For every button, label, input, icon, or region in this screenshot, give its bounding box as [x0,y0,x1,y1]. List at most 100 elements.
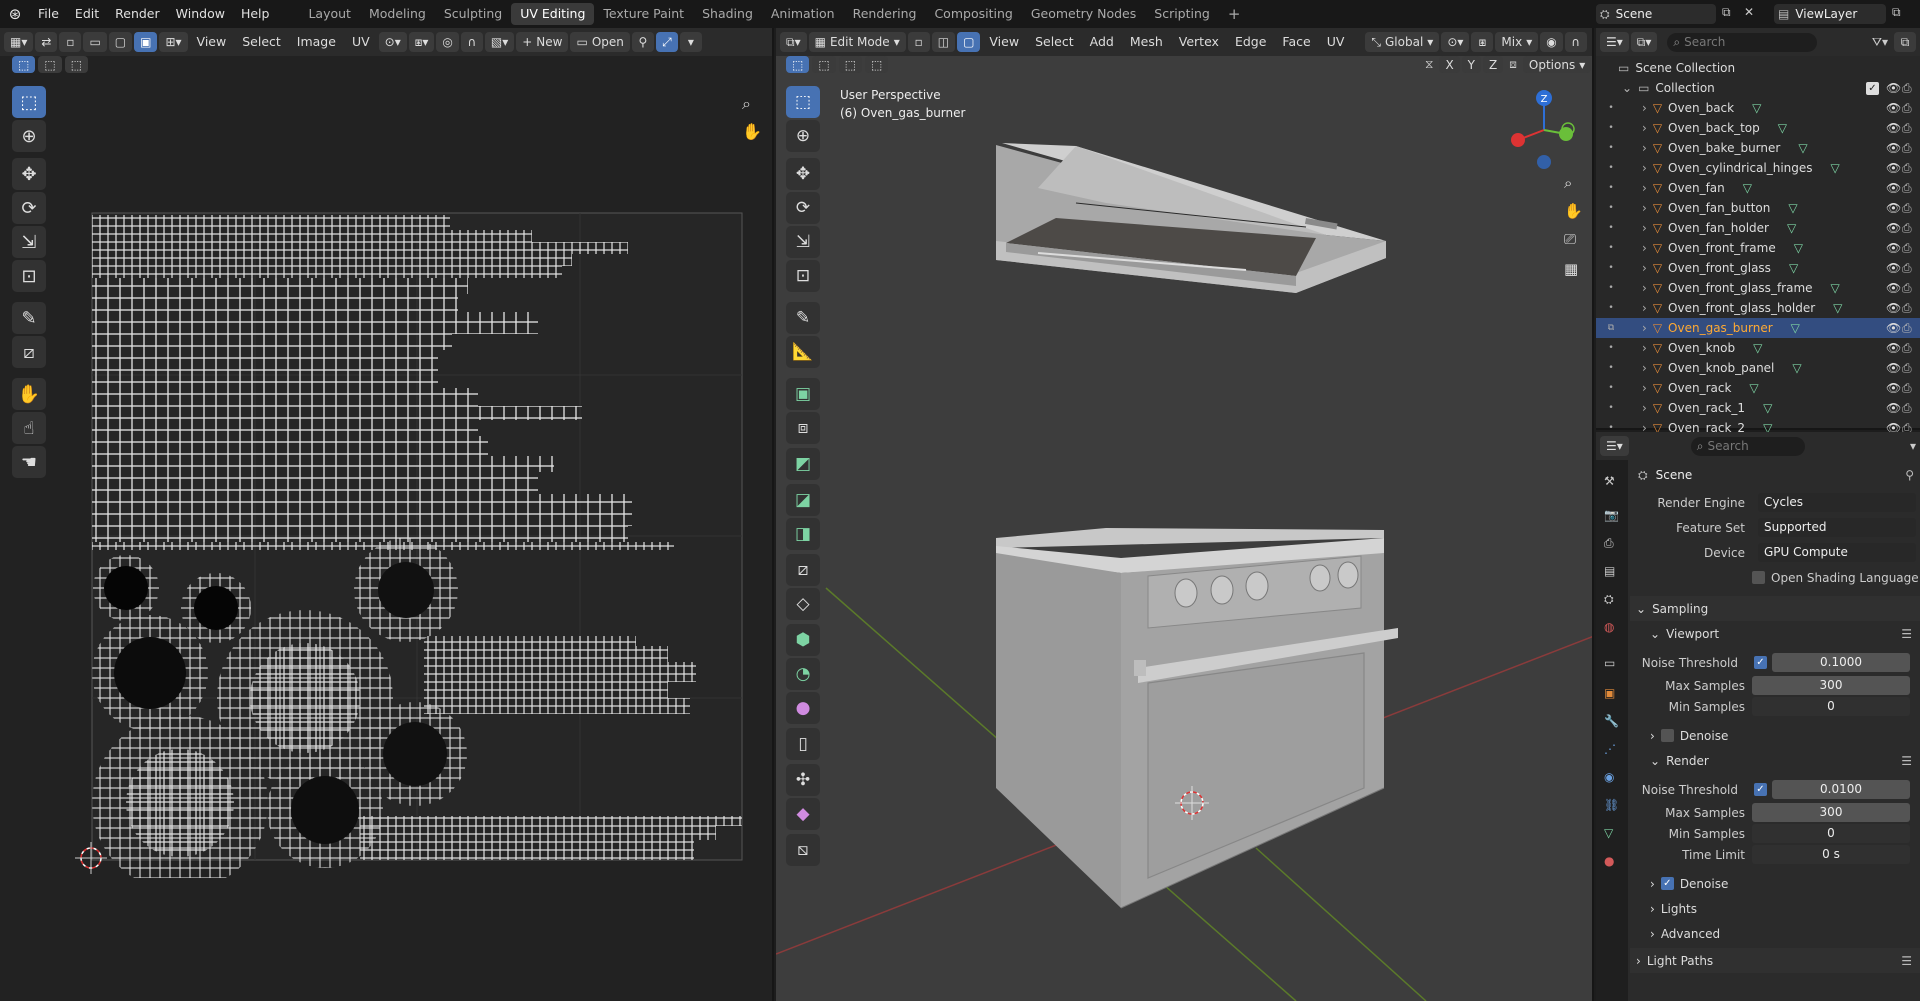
select-mode-island-icon[interactable]: ▣ [134,32,158,52]
visibility-icon[interactable]: 👁 [1886,161,1901,175]
viewport-3d[interactable]: ⧉▾ ▦ Edit Mode ▾ ▫ ◫ ▢ View Select Add Mes… [776,28,1594,1001]
edit-mode-dot-icon[interactable]: • [1604,383,1618,393]
viewport-subpanel-header[interactable]: ⌄ Viewport ☰ [1630,621,1920,646]
tab-sculpting[interactable]: Sculpting [435,3,511,25]
tab-scene-icon[interactable]: ⛭ [1604,592,1614,607]
visibility-icon[interactable]: 👁 [1886,341,1901,355]
vp-max-samples-field[interactable]: 300 [1752,676,1910,695]
sampling-panel-header[interactable]: ⌄ Sampling [1630,596,1920,621]
menu-window[interactable]: Window [168,0,233,28]
advanced-subpanel[interactable]: › Advanced [1630,921,1920,946]
menu-edit[interactable]: Edit [67,0,107,28]
vp-tool-annotate[interactable]: ✎ [786,302,820,334]
blender-logo-icon[interactable]: ⊛ [0,5,30,23]
uv-menu-uv[interactable]: UV [345,28,377,56]
edit-mode-dot-icon[interactable]: ⧉ [1604,323,1618,333]
tab-collection-icon[interactable]: ▭ [1604,656,1615,670]
tab-scripting[interactable]: Scripting [1145,3,1219,25]
vp-tool-smooth[interactable]: ● [786,692,820,724]
menu-file[interactable]: File [30,0,67,28]
vp-tool-bevel[interactable]: ◪ [786,484,820,516]
image-browse-icon[interactable]: ▧▾ [484,32,515,52]
r-time-limit-field[interactable]: 0 s [1752,845,1910,864]
outliner-editor-type-icon[interactable]: ☰▾ [1600,32,1629,52]
new-collection-icon[interactable]: ⧉ [1894,32,1916,52]
r-denoise-checkbox[interactable]: ✓ [1660,877,1674,890]
edit-mode-dot-icon[interactable]: • [1604,203,1618,213]
visibility-icon[interactable]: 👁 [1886,281,1901,295]
tab-geometry-nodes[interactable]: Geometry Nodes [1022,3,1145,25]
select-mode-face-icon[interactable]: ▢ [108,32,133,52]
new-scene-icon[interactable]: ⧉ [1722,5,1731,20]
vp-tool-add-cube[interactable]: ▣ [786,378,820,410]
render-icon[interactable]: ⎙ [1902,241,1912,256]
vp-tool-spin[interactable]: ◔ [786,658,820,690]
tab-view-layer-icon[interactable]: ▤ [1604,564,1615,578]
visibility-icon[interactable]: 👁 [1886,121,1901,135]
tab-particles-icon[interactable]: ⋰ [1604,742,1616,756]
edit-mode-dot-icon[interactable]: • [1604,283,1618,293]
render-icon[interactable]: ⎙ [1902,341,1912,356]
edit-mode-dot-icon[interactable]: • [1604,143,1618,153]
osl-checkbox[interactable] [1752,571,1765,584]
expand-chevron-icon[interactable]: › [1642,281,1647,295]
outliner-item[interactable]: • › ▽ Oven_cylindrical_hinges ▽ 👁 ⎙ [1596,158,1920,178]
expand-chevron-icon[interactable]: › [1642,241,1647,255]
edit-mode-dot-icon[interactable]: • [1604,103,1618,113]
uv-canvas[interactable] [60,178,760,878]
menu-help[interactable]: Help [233,0,278,28]
vp-tool-shrink[interactable]: ✣ [786,764,820,796]
edit-mode-dot-icon[interactable]: • [1604,183,1618,193]
render-icon[interactable]: ⎙ [1902,221,1912,236]
render-engine-dropdown[interactable]: Cycles [1758,493,1916,512]
render-icon[interactable]: ⎙ [1902,141,1912,156]
feature-set-dropdown[interactable]: Supported [1758,518,1916,537]
outliner-item[interactable]: • › ▽ Oven_back_top ▽ 👁 ⎙ [1596,118,1920,138]
visibility-icon[interactable]: 👁 [1886,261,1901,275]
uv-menu-image[interactable]: Image [290,28,343,56]
expand-chevron-icon[interactable]: › [1642,381,1647,395]
expand-chevron-icon[interactable]: › [1642,201,1647,215]
edit-mode-dot-icon[interactable]: • [1604,263,1618,273]
subtract-selection-icon[interactable]: ⬚ [64,56,89,73]
outliner-search-field[interactable]: ⌕ Search [1667,32,1818,52]
expand-chevron-icon[interactable]: › [1642,361,1647,375]
vp-tool-transform[interactable]: ⊡ [786,260,820,292]
render-icon[interactable]: ⎙ [1902,81,1912,96]
expand-chevron-icon[interactable]: › [1642,341,1647,355]
visibility-icon[interactable]: 👁 [1886,401,1901,415]
select-mode-edge-icon[interactable]: ▭ [83,32,107,52]
tab-world-icon[interactable]: ◍ [1604,620,1614,634]
falloff-icon[interactable]: ∩ [460,32,483,52]
tool-annotate[interactable]: ✎ [12,302,46,334]
extend-selection-icon[interactable]: ⬚ [38,56,62,73]
r-min-samples-field[interactable]: 0 [1752,824,1910,843]
tool-scale[interactable]: ⇲ [12,226,46,258]
outliner-item[interactable]: • › ▽ Oven_knob_panel ▽ 👁 ⎙ [1596,358,1920,378]
outliner-item[interactable]: • › ▽ Oven_rack ▽ 👁 ⎙ [1596,378,1920,398]
render-icon[interactable]: ⎙ [1902,201,1912,216]
tab-compositing[interactable]: Compositing [925,3,1021,25]
render-subpanel-header[interactable]: ⌄ Render ☰ [1630,748,1920,773]
tool-move[interactable]: ✥ [12,158,46,190]
editor-type-icon[interactable]: ▦▾ [4,32,34,52]
vp-zoom-icon[interactable]: ⌕ [1564,174,1572,192]
device-dropdown[interactable]: GPU Compute [1758,543,1916,562]
r-max-samples-field[interactable]: 300 [1752,803,1910,822]
expand-chevron-icon[interactable]: › [1642,141,1647,155]
outliner-item[interactable]: • › ▽ Oven_back ▽ 👁 ⎙ [1596,98,1920,118]
visibility-icon[interactable]: 👁 [1886,201,1901,215]
tab-layout[interactable]: Layout [299,3,360,25]
vp-tool-extrude[interactable]: ⧈ [786,412,820,444]
vp-min-samples-field[interactable]: 0 [1752,697,1910,716]
render-icon[interactable]: ⎙ [1902,161,1912,176]
expand-chevron-icon[interactable]: › [1642,181,1647,195]
collection-row[interactable]: ⌄ ▭ Collection ✓ 👁 ⎙ [1596,78,1920,98]
tool-relax[interactable]: ☝ [12,412,46,444]
tab-shading[interactable]: Shading [693,3,762,25]
outliner-item[interactable]: • › ▽ Oven_rack_1 ▽ 👁 ⎙ [1596,398,1920,418]
tool-grab[interactable]: ✋ [12,378,46,410]
tab-output-icon[interactable]: ⎙ [1604,536,1614,551]
snap-icon[interactable]: ⧆▾ [408,32,435,52]
vp-tool-cursor[interactable]: ⊕ [786,120,820,152]
